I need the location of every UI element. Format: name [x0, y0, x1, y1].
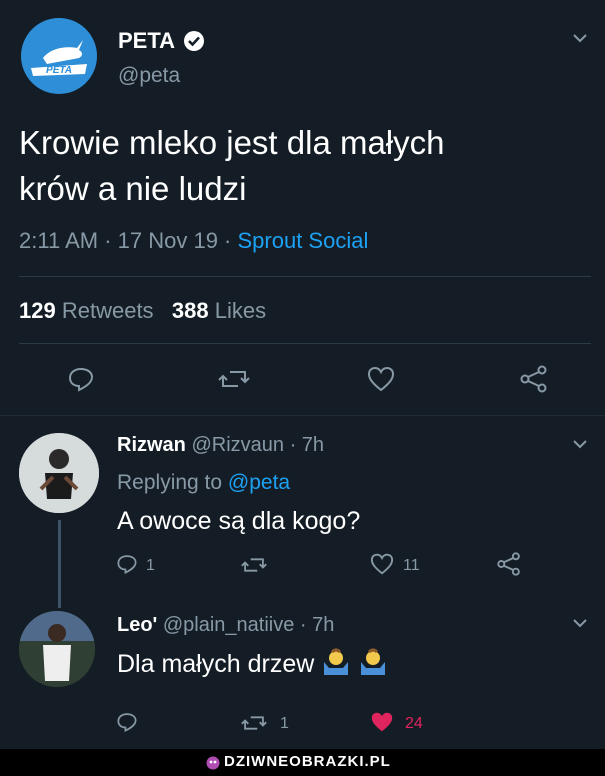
- reply-icon[interactable]: [116, 711, 138, 733]
- retweet-icon[interactable]: [218, 367, 250, 391]
- tweet-timestamp[interactable]: 2:11 AM · 17 Nov 19 ·: [19, 228, 237, 253]
- replying-to-label: Replying to: [117, 471, 228, 494]
- like-icon[interactable]: [367, 366, 395, 392]
- replying-to: Replying to @peta: [117, 471, 290, 495]
- tweet-stats: 129 Retweets 388 Likes: [19, 298, 266, 324]
- peta-avatar[interactable]: PETA: [21, 18, 97, 94]
- main-tweet: PETA PETA @peta Krowie mleko jest dla ma…: [0, 0, 605, 415]
- tweet-meta: 2:11 AM · 17 Nov 19 · Sprout Social: [19, 228, 368, 254]
- reply-author-name[interactable]: Rizwan: [117, 434, 186, 456]
- man-shrugging-icon: [358, 648, 388, 676]
- like-count: 24: [405, 715, 423, 732]
- author-handle[interactable]: @peta: [118, 64, 180, 88]
- likes-count[interactable]: 388: [172, 298, 209, 323]
- tweet-text: Krowie mleko jest dla małych krów a nie …: [19, 120, 579, 212]
- like-icon[interactable]: [370, 553, 394, 575]
- like-icon-filled[interactable]: [370, 711, 394, 733]
- man-shrugging-icon: [321, 648, 351, 676]
- thread-line: [58, 520, 61, 608]
- tweet-source-link[interactable]: Sprout Social: [237, 228, 368, 253]
- reply-handle-time[interactable]: @Rizvaun · 7h: [191, 434, 324, 456]
- reply-text: A owoce są dla kogo?: [117, 507, 361, 535]
- divider: [0, 415, 605, 416]
- retweet-icon[interactable]: [241, 713, 267, 733]
- replying-to-handle[interactable]: @peta: [228, 471, 290, 494]
- reply-author-name[interactable]: Leo': [117, 614, 157, 636]
- retweets-label[interactable]: Retweets: [62, 298, 154, 323]
- reply-header: Rizwan @Rizvaun · 7h: [117, 434, 324, 457]
- chevron-down-icon[interactable]: [572, 617, 588, 629]
- share-icon[interactable]: [519, 365, 549, 393]
- tweet-text-line: krów a nie ludzi: [19, 170, 247, 207]
- retweets-count[interactable]: 129: [19, 298, 56, 323]
- tweet-text-line: Krowie mleko jest dla małych: [19, 124, 445, 161]
- chevron-down-icon[interactable]: [572, 32, 588, 44]
- reply-icon[interactable]: [67, 366, 95, 392]
- watermark-text: DZIWNEOBRAZKI.PL: [224, 753, 391, 770]
- divider: [19, 343, 591, 344]
- reply-count: 1: [146, 557, 155, 574]
- author-name[interactable]: PETA: [118, 28, 175, 54]
- reply-handle-time[interactable]: @plain_natiive · 7h: [163, 614, 335, 636]
- watermark-bar: DZIWNEOBRAZKI.PL: [0, 749, 605, 776]
- verified-icon: [183, 30, 205, 52]
- like-count: 11: [403, 557, 420, 574]
- watermark-logo-icon: [206, 756, 220, 770]
- peta-logo-text: PETA: [46, 65, 72, 76]
- retweet-count: 1: [280, 715, 289, 732]
- reply-header: Leo' @plain_natiive · 7h: [117, 614, 334, 637]
- reply-text-content: Dla małych drzew: [117, 650, 315, 678]
- divider: [19, 276, 591, 277]
- share-icon[interactable]: [496, 552, 522, 576]
- reply-icon[interactable]: [116, 553, 138, 575]
- reply-avatar[interactable]: [19, 611, 95, 687]
- likes-label[interactable]: Likes: [215, 298, 266, 323]
- reply-avatar[interactable]: [19, 433, 99, 513]
- chevron-down-icon[interactable]: [572, 438, 588, 450]
- retweet-icon[interactable]: [241, 555, 267, 575]
- reply-text: Dla małych drzew: [117, 648, 388, 679]
- author-name-row: PETA: [118, 28, 205, 54]
